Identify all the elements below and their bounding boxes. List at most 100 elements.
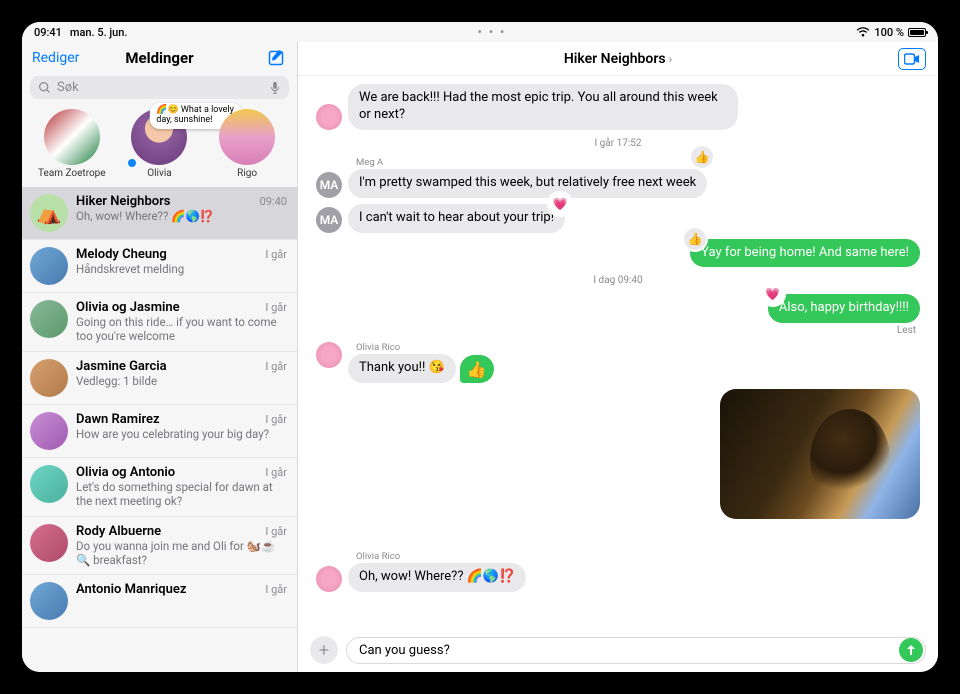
tapback-thumbsup[interactable]: 👍 bbox=[684, 228, 706, 250]
conversation-item[interactable]: Antonio Manriquez I går bbox=[22, 575, 297, 628]
chevron-right-icon: › bbox=[669, 52, 673, 66]
conversation-name: Jasmine Garcia bbox=[76, 359, 167, 374]
conversation-time: I går bbox=[265, 360, 287, 373]
timestamp: I går 17:52 bbox=[316, 138, 920, 149]
status-bar: 09:41 man. 5. jun. • • • 100 % bbox=[22, 22, 938, 42]
video-icon bbox=[904, 53, 920, 65]
avatar bbox=[30, 465, 68, 503]
avatar bbox=[30, 412, 68, 450]
message-row: Also, happy birthday!!!! 💗 Lest bbox=[316, 294, 920, 336]
conversation-preview: Let's do something special for dawn at t… bbox=[76, 480, 287, 509]
message-row: Olivia Rico Thank you!! 😘 👍 bbox=[316, 342, 920, 383]
avatar bbox=[30, 582, 68, 620]
conversation-item[interactable]: Rody Albuerne I går Do you wanna join me … bbox=[22, 517, 297, 576]
pinned-label: Olivia bbox=[147, 168, 171, 179]
status-time: 09:41 bbox=[34, 26, 62, 39]
battery-percent: 100 % bbox=[874, 26, 904, 39]
message-row: Yay for being home! And same here! 👍 bbox=[316, 239, 920, 268]
sidebar: Rediger Meldinger Søk bbox=[22, 42, 298, 672]
message-bubble[interactable]: We are back!!! Had the most epic trip. Y… bbox=[348, 84, 738, 130]
message-bubble[interactable]: I can't wait to hear about your trip! bbox=[348, 204, 565, 233]
search-input[interactable]: Søk bbox=[30, 76, 289, 99]
add-attachment-button[interactable]: + bbox=[310, 636, 338, 664]
pinned-contact-olivia[interactable]: 🌈😊 What a lovely day, sunshine! Olivia bbox=[120, 109, 198, 179]
conversation-preview: How are you celebrating your big day? bbox=[76, 427, 287, 441]
conversation-preview: Vedlegg: 1 bilde bbox=[76, 374, 287, 388]
message-row: MA I can't wait to hear about your trip!… bbox=[316, 204, 920, 233]
pinned-contact-team-zoetrope[interactable]: Team Zoetrope bbox=[33, 109, 111, 179]
message-thread[interactable]: We are back!!! Had the most epic trip. Y… bbox=[298, 76, 938, 630]
conversation-time: I går bbox=[265, 525, 287, 538]
read-receipt: Lest bbox=[897, 325, 916, 336]
conversation-item[interactable]: Olivia og Jasmine I går Going on this rid… bbox=[22, 293, 297, 352]
conversation-name: Hiker Neighbors bbox=[76, 194, 170, 209]
conversation-item[interactable]: Olivia og AntonioI går Let's do somethin… bbox=[22, 458, 297, 517]
conversation-preview: Håndskrevet melding bbox=[76, 262, 287, 276]
conversation-list[interactable]: ⛺ Hiker Neighbors09:40 Oh, wow! Where?? … bbox=[22, 187, 297, 672]
conversation-preview: Going on this ride… if you want to come … bbox=[76, 315, 287, 344]
pinned-label: Rigo bbox=[237, 168, 257, 179]
conversation-item[interactable]: Dawn RamirezI går How are you celebratin… bbox=[22, 405, 297, 458]
avatar bbox=[30, 524, 68, 562]
arrow-up-icon bbox=[905, 644, 917, 656]
conversation-name: Antonio Manriquez bbox=[76, 582, 186, 597]
message-bubble[interactable]: Yay for being home! And same here! bbox=[690, 239, 920, 268]
message-bubble[interactable]: Oh, wow! Where?? 🌈🌎⁉️ bbox=[348, 563, 526, 592]
tapback-heart[interactable]: 💗 bbox=[549, 193, 571, 215]
screen: 09:41 man. 5. jun. • • • 100 % Rediger M… bbox=[22, 22, 938, 672]
conversation-title-text: Hiker Neighbors bbox=[564, 51, 666, 67]
conversation-name: Rody Albuerne bbox=[76, 524, 161, 539]
avatar bbox=[316, 566, 342, 592]
conversation-time: I går bbox=[265, 301, 287, 314]
message-bubble[interactable]: Thank you!! 😘 bbox=[348, 354, 456, 383]
conversation-header: Hiker Neighbors › bbox=[298, 42, 938, 76]
message-row: Olivia Rico Oh, wow! Where?? 🌈🌎⁉️ bbox=[316, 551, 920, 592]
wifi-icon bbox=[856, 27, 870, 37]
search-placeholder: Søk bbox=[57, 80, 263, 95]
message-row: We are back!!! Had the most epic trip. Y… bbox=[316, 84, 920, 130]
conversation-time: 09:40 bbox=[260, 195, 287, 208]
sender-name: Olivia Rico bbox=[356, 342, 494, 353]
avatar bbox=[30, 300, 68, 338]
avatar bbox=[316, 342, 342, 368]
tapback-thumbsup-sent[interactable]: 👍 bbox=[460, 355, 494, 383]
sender-name: Olivia Rico bbox=[356, 551, 526, 562]
dictate-icon[interactable] bbox=[269, 81, 281, 95]
search-icon bbox=[38, 81, 51, 94]
conversation-item[interactable]: Melody CheungI går Håndskrevet melding bbox=[22, 240, 297, 293]
battery-icon bbox=[908, 28, 926, 37]
avatar bbox=[316, 104, 342, 130]
conversation-time: I går bbox=[265, 466, 287, 479]
sender-name: Meg A bbox=[356, 157, 707, 168]
conversation-title[interactable]: Hiker Neighbors › bbox=[564, 51, 672, 67]
sidebar-title: Meldinger bbox=[22, 49, 297, 67]
avatar bbox=[219, 109, 275, 165]
facetime-button[interactable] bbox=[898, 48, 926, 70]
avatar bbox=[30, 359, 68, 397]
compose-icon[interactable] bbox=[267, 48, 287, 68]
tapback-thumbsup[interactable]: 👍 bbox=[691, 146, 713, 168]
avatar bbox=[44, 109, 100, 165]
conversation-name: Melody Cheung bbox=[76, 247, 167, 262]
send-button[interactable] bbox=[899, 638, 923, 662]
conversation-time: I går bbox=[265, 583, 287, 596]
conversation-item[interactable]: ⛺ Hiker Neighbors09:40 Oh, wow! Where?? … bbox=[22, 187, 297, 240]
message-input[interactable]: Can you guess? bbox=[346, 637, 926, 664]
message-bubble[interactable]: Also, happy birthday!!!! bbox=[768, 294, 920, 323]
conversation-name: Olivia og Jasmine bbox=[76, 300, 180, 315]
compose-bar: + Can you guess? bbox=[298, 630, 938, 672]
conversation-preview: Do you wanna join me and Oli for 🐿️☕🔍 br… bbox=[76, 539, 287, 568]
message-bubble[interactable]: I'm pretty swamped this week, but relati… bbox=[348, 169, 707, 198]
pinned-contact-rigo[interactable]: Rigo bbox=[208, 109, 286, 179]
conversation-item[interactable]: Jasmine Garcia I går Vedlegg: 1 bilde bbox=[22, 352, 297, 405]
avatar: ⛺ bbox=[30, 194, 68, 232]
avatar bbox=[30, 247, 68, 285]
multitask-dots[interactable]: • • • bbox=[127, 25, 856, 39]
conversation-pane: Hiker Neighbors › We are back!!! Had the… bbox=[298, 42, 938, 672]
message-input-text: Can you guess? bbox=[359, 643, 450, 658]
photo-attachment[interactable] bbox=[720, 389, 920, 519]
pinned-row: Team Zoetrope 🌈😊 What a lovely day, suns… bbox=[22, 105, 297, 187]
status-date: man. 5. jun. bbox=[70, 26, 128, 39]
pinned-label: Team Zoetrope bbox=[38, 168, 106, 179]
message-row: MA Meg A I'm pretty swamped this week, b… bbox=[316, 157, 920, 198]
